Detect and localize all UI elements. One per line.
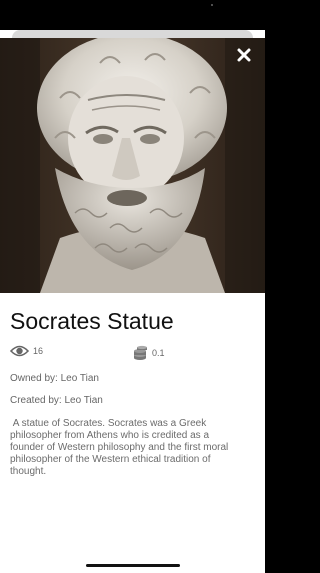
item-description: A statue of Socrates. Socrates was a Gre…: [10, 418, 229, 477]
statue-illustration: [0, 38, 265, 293]
price-stat: 0.1: [132, 345, 165, 361]
status-bar-dot: [211, 4, 213, 6]
home-indicator[interactable]: [86, 564, 180, 567]
sheet-handle-edge: [12, 30, 253, 38]
close-button[interactable]: [235, 46, 253, 64]
views-stat: 16: [10, 345, 43, 357]
item-stats: 16 0.1: [10, 345, 255, 363]
socrates-statue-image: [0, 38, 265, 293]
eye-icon: [10, 345, 29, 357]
app-screen: Socrates Statue 16 0.1 Owned by: Leo Tia…: [0, 0, 265, 573]
coins-icon: [132, 345, 148, 361]
created-by-text: Created by: Leo Tian: [10, 395, 103, 406]
price-value: 0.1: [152, 348, 165, 358]
close-icon: [237, 48, 251, 62]
item-title: Socrates Statue: [10, 308, 174, 334]
views-count: 16: [33, 346, 44, 356]
owned-by-text: Owned by: Leo Tian: [10, 373, 99, 384]
